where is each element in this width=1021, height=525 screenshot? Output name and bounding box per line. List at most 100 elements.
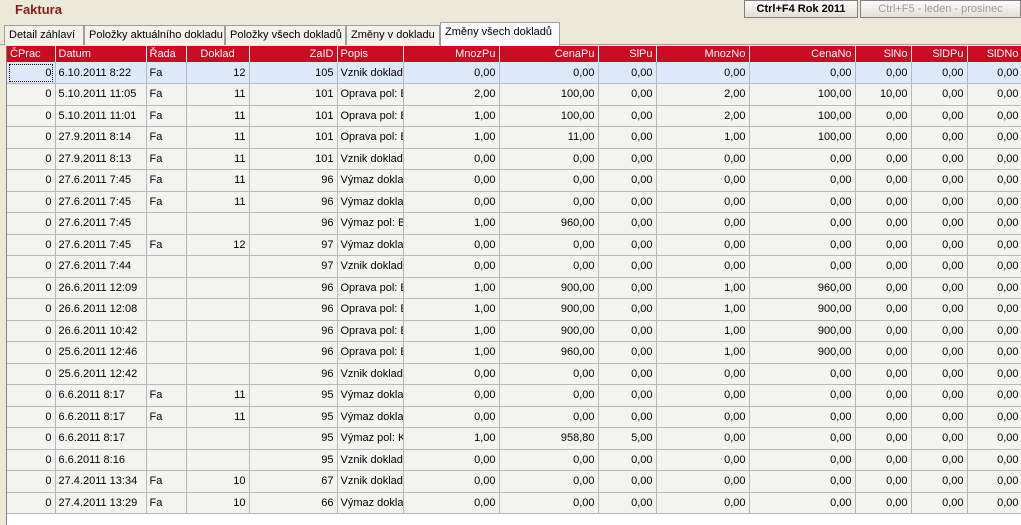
column-header-mnozpu[interactable]: MnozPu — [403, 46, 500, 62]
cell-sldpu[interactable]: 0,00 — [911, 449, 968, 471]
cell-mnozpu[interactable]: 0,00 — [403, 234, 500, 256]
cell-mnozno[interactable]: 0,00 — [656, 492, 750, 514]
cell-datum[interactable]: 26.6.2011 10:42 — [55, 320, 147, 342]
cell-zaid[interactable]: 96 — [249, 320, 338, 342]
cell-sldno[interactable]: 0,00 — [967, 427, 1021, 450]
cell-datum[interactable]: 27.6.2011 7:45 — [55, 169, 147, 192]
cell-doklad[interactable]: 10 — [186, 470, 250, 493]
cell-cenano[interactable]: 100,00 — [749, 126, 856, 149]
cell-rada[interactable] — [146, 427, 187, 450]
cell-mnozpu[interactable]: 0,00 — [403, 255, 500, 278]
cell-cenapu[interactable]: 900,00 — [499, 320, 599, 342]
cell-cprac[interactable]: 0 — [7, 234, 56, 256]
cell-cprac[interactable]: 0 — [7, 341, 56, 364]
cell-cprac[interactable]: 0 — [7, 62, 56, 84]
table-row[interactable]: 0 27.6.2011 7:45 Fa 12 97 Výmaz doklad 0,00 0,0… — [7, 234, 1021, 256]
cell-slpu[interactable]: 0,00 — [598, 62, 657, 84]
cell-datum[interactable]: 27.6.2011 7:44 — [55, 255, 147, 278]
cell-sldno[interactable]: 0,00 — [967, 83, 1021, 106]
cell-cenapu[interactable]: 0,00 — [499, 363, 599, 385]
cell-zaid[interactable]: 67 — [249, 470, 338, 493]
cell-popis[interactable]: Oprava pol: B — [337, 341, 404, 364]
tab-detail-zahlavi[interactable]: Detail záhlaví — [4, 25, 84, 45]
cell-cenano[interactable]: 0,00 — [749, 384, 856, 407]
cell-slno[interactable]: 0,00 — [855, 148, 912, 170]
cell-sldno[interactable]: 0,00 — [967, 384, 1021, 407]
column-header-popis[interactable]: Popis — [337, 46, 404, 62]
cell-cenano[interactable]: 0,00 — [749, 169, 856, 192]
cell-cprac[interactable]: 0 — [7, 169, 56, 192]
cell-slno[interactable]: 0,00 — [855, 363, 912, 385]
cell-zaid[interactable]: 95 — [249, 406, 338, 428]
cell-cenano[interactable]: 0,00 — [749, 492, 856, 514]
table-row[interactable]: 0 27.9.2011 8:14 Fa 11 101 Oprava pol: B 1,00 1… — [7, 126, 1021, 149]
cell-slno[interactable]: 0,00 — [855, 298, 912, 321]
cell-sldpu[interactable]: 0,00 — [911, 298, 968, 321]
cell-cenapu[interactable]: 958,80 — [499, 427, 599, 450]
cell-zaid[interactable]: 66 — [249, 492, 338, 514]
cell-sldpu[interactable]: 0,00 — [911, 212, 968, 235]
column-header-zaid[interactable]: ZaID — [249, 46, 338, 62]
cell-slpu[interactable]: 0,00 — [598, 105, 657, 127]
cell-rada[interactable]: Fa — [146, 126, 187, 149]
cell-datum[interactable]: 25.6.2011 12:42 — [55, 363, 147, 385]
cell-slpu[interactable]: 0,00 — [598, 449, 657, 471]
cell-cenano[interactable]: 0,00 — [749, 191, 856, 213]
cell-sldpu[interactable]: 0,00 — [911, 363, 968, 385]
cell-mnozno[interactable]: 1,00 — [656, 126, 750, 149]
cell-sldno[interactable]: 0,00 — [967, 126, 1021, 149]
cell-rada[interactable]: Fa — [146, 470, 187, 493]
cell-doklad[interactable] — [186, 427, 250, 450]
table-row[interactable]: 0 27.6.2011 7:44 97 Vznik doklad 0,00 0,00 0,0… — [7, 255, 1021, 278]
cell-cenano[interactable]: 900,00 — [749, 298, 856, 321]
cell-mnozpu[interactable]: 1,00 — [403, 277, 500, 299]
cell-cprac[interactable]: 0 — [7, 427, 56, 450]
column-header-doklad[interactable]: Doklad — [186, 46, 250, 62]
cell-sldpu[interactable]: 0,00 — [911, 384, 968, 407]
column-header-rada[interactable]: Řada — [146, 46, 187, 62]
table-row[interactable]: 0 6.6.2011 8:17 95 Výmaz pol: K 1,00 958,80 5,… — [7, 427, 1021, 450]
cell-doklad[interactable]: 11 — [186, 148, 250, 170]
cell-cenano[interactable]: 0,00 — [749, 449, 856, 471]
cell-rada[interactable] — [146, 212, 187, 235]
cell-rada[interactable]: Fa — [146, 62, 187, 84]
cell-cenano[interactable]: 0,00 — [749, 427, 856, 450]
cell-cenano[interactable]: 0,00 — [749, 470, 856, 493]
cell-sldpu[interactable]: 0,00 — [911, 234, 968, 256]
cell-doklad[interactable]: 11 — [186, 169, 250, 192]
cell-sldno[interactable]: 0,00 — [967, 62, 1021, 84]
cell-slno[interactable]: 0,00 — [855, 320, 912, 342]
cell-slpu[interactable]: 0,00 — [598, 470, 657, 493]
cell-cenapu[interactable]: 900,00 — [499, 277, 599, 299]
cell-doklad[interactable] — [186, 212, 250, 235]
cell-cenano[interactable]: 0,00 — [749, 363, 856, 385]
table-row[interactable]: 0 5.10.2011 11:01 Fa 11 101 Oprava pol: B 1,00… — [7, 105, 1021, 127]
cell-datum[interactable]: 26.6.2011 12:09 — [55, 277, 147, 299]
cell-cenapu[interactable]: 100,00 — [499, 105, 599, 127]
cell-sldno[interactable]: 0,00 — [967, 212, 1021, 235]
cell-rada[interactable]: Fa — [146, 83, 187, 106]
cell-datum[interactable]: 27.6.2011 7:45 — [55, 191, 147, 213]
cell-datum[interactable]: 6.6.2011 8:16 — [55, 449, 147, 471]
cell-mnozno[interactable]: 0,00 — [656, 406, 750, 428]
cell-slno[interactable]: 0,00 — [855, 169, 912, 192]
cell-zaid[interactable]: 101 — [249, 148, 338, 170]
cell-sldpu[interactable]: 0,00 — [911, 62, 968, 84]
cell-sldno[interactable]: 0,00 — [967, 255, 1021, 278]
cell-mnozpu[interactable]: 0,00 — [403, 470, 500, 493]
cell-sldpu[interactable]: 0,00 — [911, 341, 968, 364]
cell-cenapu[interactable]: 0,00 — [499, 470, 599, 493]
cell-cenapu[interactable]: 0,00 — [499, 62, 599, 84]
table-row[interactable]: 0 25.6.2011 12:42 96 Vznik doklad 0,00 0,00 0,… — [7, 363, 1021, 385]
cell-doklad[interactable] — [186, 298, 250, 321]
cell-rada[interactable] — [146, 363, 187, 385]
cell-doklad[interactable]: 10 — [186, 492, 250, 514]
cell-sldpu[interactable]: 0,00 — [911, 169, 968, 192]
cell-cprac[interactable]: 0 — [7, 126, 56, 149]
cell-cenano[interactable]: 0,00 — [749, 212, 856, 235]
cell-doklad[interactable]: 12 — [186, 62, 250, 84]
cell-doklad[interactable] — [186, 341, 250, 364]
tab-zmeny-v-dokladu[interactable]: Změny v dokladu — [346, 25, 440, 45]
cell-popis[interactable]: Výmaz doklad — [337, 169, 404, 192]
cell-slpu[interactable]: 0,00 — [598, 277, 657, 299]
